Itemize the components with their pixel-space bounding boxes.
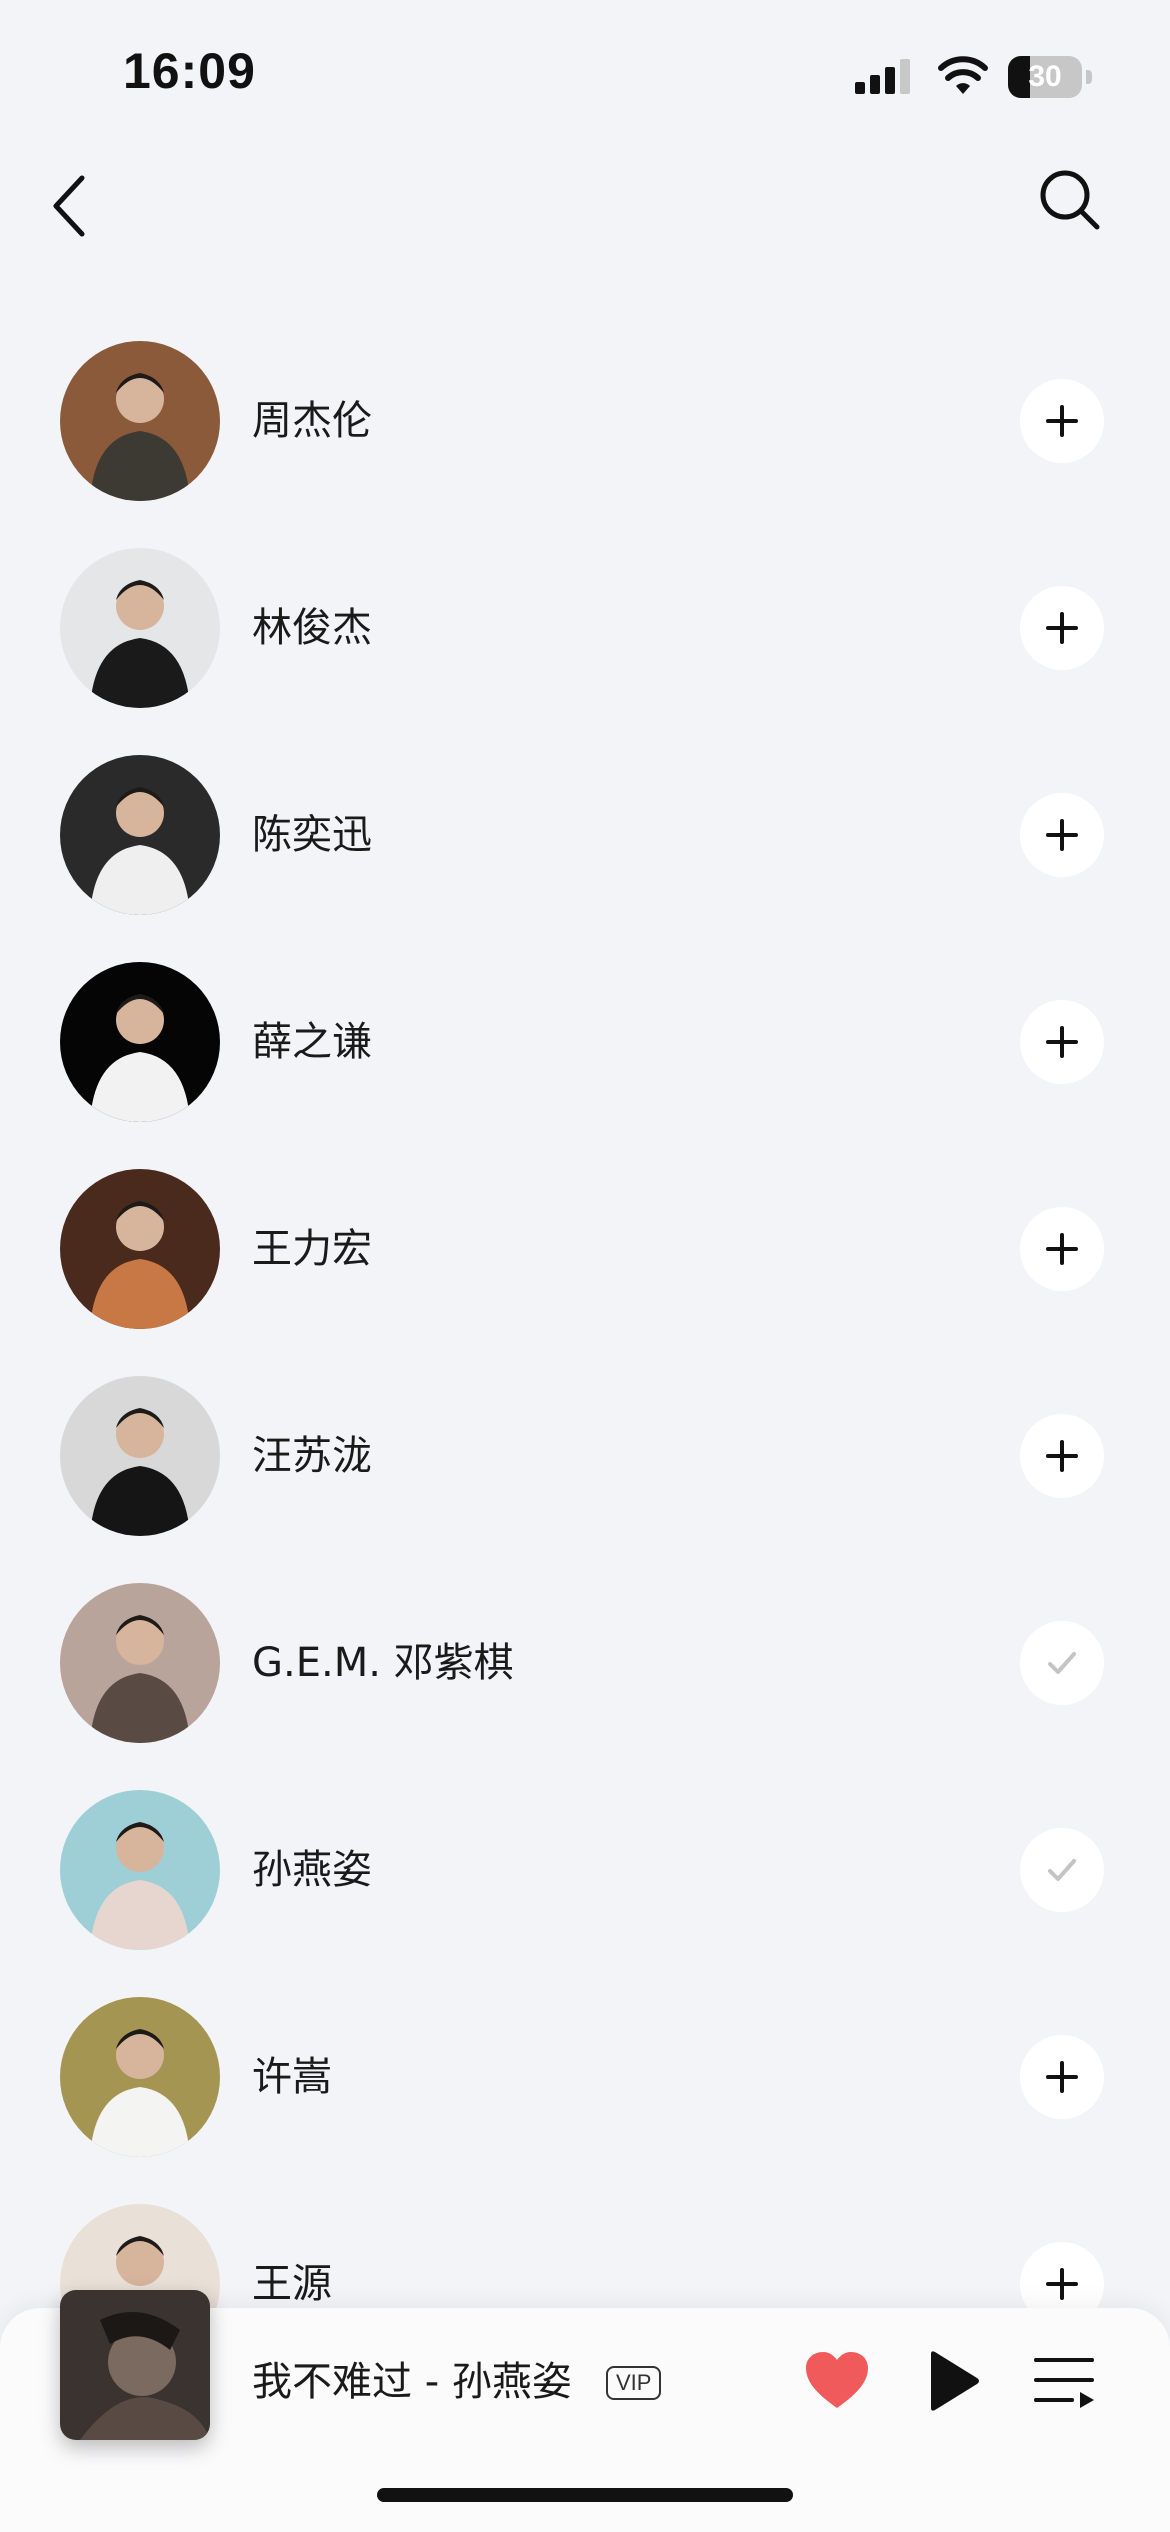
artist-avatar[interactable] (60, 1376, 220, 1536)
artist-name[interactable]: 林俊杰 (252, 594, 372, 662)
follow-button[interactable] (1020, 2035, 1104, 2119)
artist-avatar[interactable] (60, 1583, 220, 1743)
followed-button[interactable] (1020, 1621, 1104, 1705)
cellular-signal-icon (855, 59, 910, 94)
artist-avatar[interactable] (60, 755, 220, 915)
artist-avatar[interactable] (60, 962, 220, 1122)
status-time: 16:09 (123, 43, 256, 99)
artist-row[interactable]: 汪苏泷 (0, 1368, 1170, 1575)
chevron-left-icon[interactable] (42, 170, 102, 242)
artist-row[interactable]: 孙燕姿 (0, 1782, 1170, 1989)
follow-button[interactable] (1020, 1414, 1104, 1498)
wifi-icon (938, 56, 988, 94)
battery-icon: 30 (1008, 56, 1092, 98)
search-icon[interactable] (1036, 166, 1102, 232)
plus-icon (1046, 405, 1078, 437)
artist-avatar[interactable] (60, 1790, 220, 1950)
followed-button[interactable] (1020, 1828, 1104, 1912)
checkmark-icon (1048, 1859, 1076, 1881)
battery-percentage: 30 (1028, 60, 1062, 93)
now-playing-title[interactable]: 我不难过 - 孙燕姿 (252, 2352, 572, 2412)
plus-icon (1046, 2061, 1078, 2093)
status-bar: 16:09 30 (0, 0, 1170, 150)
artist-avatar[interactable] (60, 341, 220, 501)
artist-name[interactable]: 周杰伦 (252, 387, 372, 455)
playlist-icon[interactable] (1032, 2352, 1096, 2412)
artist-name[interactable]: 薛之谦 (252, 1008, 372, 1076)
plus-icon (1046, 1026, 1078, 1058)
artist-row[interactable]: G.E.M. 邓紫棋 (0, 1575, 1170, 1782)
artist-name[interactable]: 王力宏 (252, 1215, 372, 1283)
follow-button[interactable] (1020, 1000, 1104, 1084)
home-indicator (377, 2488, 793, 2502)
artist-row[interactable]: 王力宏 (0, 1161, 1170, 1368)
artist-row[interactable]: 陈奕迅 (0, 747, 1170, 954)
vip-badge: VIP (606, 2366, 662, 2400)
follow-button[interactable] (1020, 379, 1104, 463)
artist-row[interactable]: 许嵩 (0, 1989, 1170, 2196)
artist-name[interactable]: 许嵩 (252, 2043, 332, 2111)
artist-row[interactable]: 周杰伦 (0, 333, 1170, 540)
follow-button[interactable] (1020, 586, 1104, 670)
plus-icon (1046, 1233, 1078, 1265)
artist-name[interactable]: 陈奕迅 (252, 801, 372, 869)
play-icon[interactable] (925, 2350, 981, 2412)
album-art[interactable] (60, 2290, 210, 2440)
artist-name[interactable]: 汪苏泷 (252, 1422, 372, 1490)
plus-icon (1046, 612, 1078, 644)
artist-name[interactable]: G.E.M. 邓紫棋 (252, 1629, 514, 1697)
artist-row[interactable]: 薛之谦 (0, 954, 1170, 1161)
heart-icon[interactable] (804, 2350, 870, 2412)
artist-row[interactable]: 林俊杰 (0, 540, 1170, 747)
artist-avatar[interactable] (60, 548, 220, 708)
plus-icon (1046, 2268, 1078, 2300)
follow-button[interactable] (1020, 1207, 1104, 1291)
plus-icon (1046, 1440, 1078, 1472)
artist-name[interactable]: 孙燕姿 (252, 1836, 372, 1904)
checkmark-icon (1048, 1652, 1076, 1674)
artist-avatar[interactable] (60, 1997, 220, 2157)
artist-avatar[interactable] (60, 1169, 220, 1329)
follow-button[interactable] (1020, 793, 1104, 877)
plus-icon (1046, 819, 1078, 851)
